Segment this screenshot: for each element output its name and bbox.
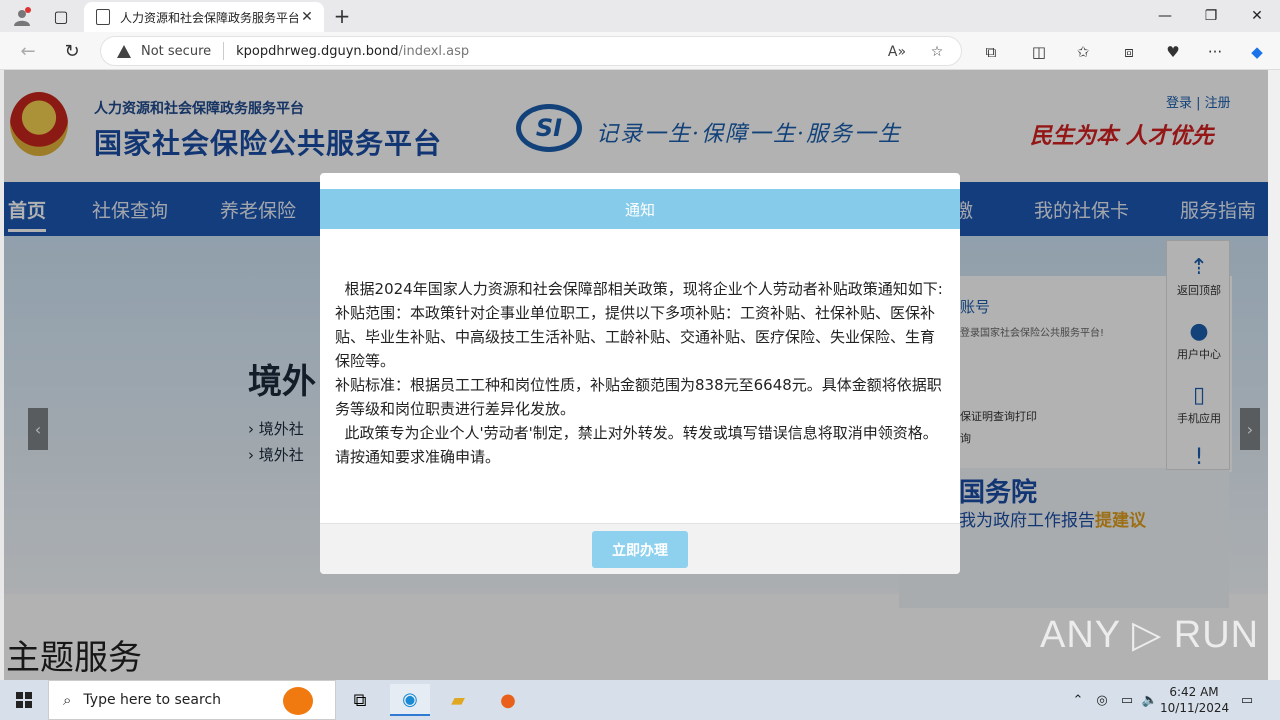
- back-button[interactable]: ←: [14, 38, 42, 64]
- apply-now-button[interactable]: 立即办理: [592, 531, 688, 568]
- task-view-icon[interactable]: ⧉: [340, 684, 380, 716]
- firefox-icon[interactable]: ●: [488, 684, 528, 716]
- read-aloud-icon[interactable]: A»: [887, 42, 907, 62]
- menu-icon[interactable]: ···: [1204, 41, 1226, 63]
- address-toolbar: ← ↻ Not secure kpopdhrweg.dguyn.bond /in…: [0, 32, 1280, 70]
- anyrun-watermark: ANY ▷ RUN: [1040, 614, 1260, 656]
- notice-dialog: 通知 根据2024年国家人力资源和社会保障部相关政策，现将企业个人劳动者补贴政策…: [320, 173, 960, 574]
- volume-icon[interactable]: 🔈: [1140, 680, 1160, 720]
- profile-icon[interactable]: [10, 5, 34, 29]
- pumpkin-icon: [283, 687, 313, 715]
- url-path: /indexl.asp: [398, 43, 470, 59]
- page-viewport: 人力资源和社会保障政务服务平台 国家社会保险公共服务平台 SI 记录一生·保障一…: [4, 70, 1276, 680]
- favorite-star-icon[interactable]: ☆: [927, 42, 947, 62]
- extensions-icon[interactable]: ⧉: [980, 41, 1002, 63]
- notice-paragraph: 此政策专为企业个人'劳动者'制定，禁止对外转发。转发或填写错误信息将取消申领资格…: [335, 421, 947, 469]
- browser-tab-bar: ▢ 人力资源和社会保障政务服务平台 ✕ + — ❐ ✕: [0, 0, 1280, 32]
- search-placeholder: Type here to search: [83, 692, 222, 708]
- url-host: kpopdhrweg.dguyn.bond: [236, 43, 399, 59]
- close-window-button[interactable]: ✕: [1234, 0, 1280, 32]
- file-explorer-icon[interactable]: ▰: [438, 684, 478, 716]
- search-icon: ⌕: [63, 691, 72, 709]
- notice-paragraph: 补贴标准：根据员工工种和岗位性质，补贴金额范围为838元至6648元。具体金额将…: [335, 376, 942, 418]
- edge-taskbar-icon[interactable]: ◉: [390, 684, 430, 716]
- start-button[interactable]: [0, 680, 48, 720]
- notice-warning: 此政策专为企业个人'劳动者'制定，禁止对外转发。转发或填写错误信息将取消申领资格…: [335, 424, 938, 466]
- collections-icon[interactable]: ⧈: [1118, 41, 1140, 63]
- notice-paragraph: 根据2024年国家人力资源和社会保障部相关政策，现将企业个人劳动者补贴政策通知如…: [335, 277, 947, 301]
- network-icon[interactable]: ▭: [1116, 680, 1138, 720]
- system-clock[interactable]: 6:42 AM 10/11/2024: [1160, 684, 1230, 716]
- split-screen-icon[interactable]: ◫: [1028, 41, 1050, 63]
- tab-title: 人力资源和社会保障政务服务平台: [120, 10, 298, 25]
- minimize-button[interactable]: —: [1142, 0, 1188, 32]
- taskbar-search[interactable]: ⌕ Type here to search: [48, 680, 336, 720]
- divider: [223, 42, 225, 60]
- browser-essentials-icon[interactable]: ♥: [1162, 41, 1184, 63]
- notice-paragraph: 补贴范围：本政策针对企事业单位职工，提供以下多项补贴：工资补贴、社保补贴、医保补…: [335, 304, 936, 370]
- dialog-title: 通知: [320, 189, 960, 229]
- document-icon: [96, 9, 110, 25]
- windows-icon: [16, 692, 32, 708]
- vertical-scrollbar[interactable]: [1268, 70, 1280, 680]
- notifications-icon[interactable]: ▭: [1236, 680, 1258, 720]
- copilot-icon[interactable]: ◆: [1246, 41, 1268, 63]
- clock-time: 6:42 AM: [1169, 685, 1219, 699]
- new-tab-button[interactable]: +: [330, 4, 354, 28]
- notice-intro: 根据2024年国家人力资源和社会保障部相关政策，现将企业个人劳动者补贴政策通知如…: [344, 280, 943, 298]
- tab-actions-icon[interactable]: ▢: [50, 6, 72, 26]
- meet-now-icon[interactable]: ◎: [1092, 680, 1112, 720]
- refresh-button[interactable]: ↻: [58, 38, 86, 64]
- dialog-body: 根据2024年国家人力资源和社会保障部相关政策，现将企业个人劳动者补贴政策通知如…: [335, 277, 947, 469]
- address-bar[interactable]: Not secure kpopdhrweg.dguyn.bond /indexl…: [100, 36, 962, 66]
- warning-icon: [117, 44, 131, 58]
- not-secure-label[interactable]: Not secure: [141, 44, 211, 59]
- taskbar: ⌕ Type here to search ⧉ ◉ ▰ ● ⌃ ◎ ▭ 🔈 6:…: [0, 680, 1280, 720]
- restore-button[interactable]: ❐: [1188, 0, 1234, 32]
- favorites-icon[interactable]: ✩: [1072, 41, 1094, 63]
- dialog-footer: 立即办理: [320, 523, 960, 574]
- active-tab[interactable]: 人力资源和社会保障政务服务平台 ✕: [84, 2, 324, 32]
- tray-overflow-icon[interactable]: ⌃: [1068, 680, 1088, 720]
- clock-date: 10/11/2024: [1160, 701, 1230, 715]
- close-tab-icon[interactable]: ✕: [298, 8, 316, 26]
